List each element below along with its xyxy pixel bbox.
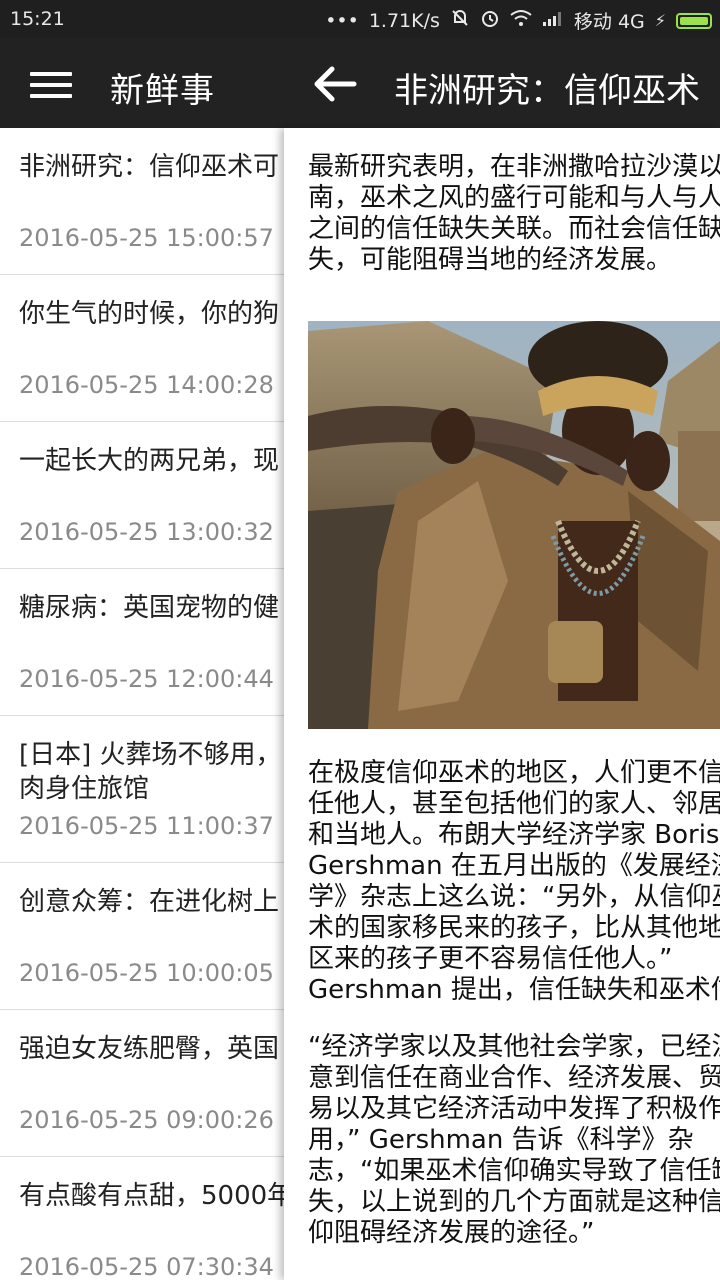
list-item[interactable]: 创意众筹：在进化树上 2016-05-25 10:00:05	[0, 863, 284, 1010]
list-item[interactable]: 糖尿病：英国宠物的健 2016-05-25 12:00:44	[0, 569, 284, 716]
article-image	[308, 321, 720, 729]
list-item-title: 强迫女友练肥臀，英国	[19, 1034, 280, 1064]
list-item-date: 2016-05-25 11:00:37	[19, 812, 274, 840]
charging-icon: ⚡	[654, 11, 666, 30]
list-item[interactable]: 你生气的时候，你的狗 2016-05-25 14:00:28	[0, 275, 284, 422]
list-item-title: [日本] 火葬场不够用，肉身住旅馆	[19, 740, 282, 804]
list-item[interactable]: 有点酸有点甜，5000年 2016-05-25 07:30:34	[0, 1157, 284, 1280]
article-paragraph: 最新研究表明，在非洲撒哈拉沙漠以南，巫术之风的盛行可能和与人与人之间的信任缺失关…	[308, 152, 720, 275]
list-item-date: 2016-05-25 10:00:05	[19, 959, 274, 987]
list-item-date: 2016-05-25 07:30:34	[19, 1253, 274, 1280]
list-item-title: 一起长大的两兄弟，现	[19, 446, 280, 476]
list-item-date: 2016-05-25 14:00:28	[19, 371, 274, 399]
list-item-title: 有点酸有点甜，5000年	[19, 1181, 284, 1211]
list-item-date: 2016-05-25 12:00:44	[19, 665, 274, 693]
carrier-label: 移动 4G	[573, 11, 645, 33]
app-bar: 新鲜事 非洲研究：信仰巫术	[0, 38, 720, 128]
list-item[interactable]: 一起长大的两兄弟，现 2016-05-25 13:00:32	[0, 422, 284, 569]
list-item[interactable]: 强迫女友练肥臀，英国 2016-05-25 09:00:26	[0, 1010, 284, 1157]
article-panel[interactable]: 最新研究表明，在非洲撒哈拉沙漠以南，巫术之风的盛行可能和与人与人之间的信任缺失关…	[284, 128, 720, 1280]
more-dots: •••	[325, 9, 359, 32]
alarm-icon	[480, 8, 500, 33]
menu-icon[interactable]	[30, 72, 72, 100]
status-icons: ••• 1.71K/s 移动 4G ⚡	[325, 7, 712, 34]
status-time: 15:21	[10, 8, 65, 30]
list-item[interactable]: 非洲研究：信仰巫术可 2016-05-25 15:00:57	[0, 128, 284, 275]
list-title: 新鲜事	[110, 71, 215, 111]
list-item-title: 你生气的时候，你的狗	[19, 299, 280, 329]
news-list: 非洲研究：信仰巫术可 2016-05-25 15:00:57 你生气的时候，你的…	[0, 128, 284, 1280]
list-item-date: 2016-05-25 09:00:26	[19, 1106, 274, 1134]
battery-icon	[676, 12, 712, 29]
back-arrow-icon[interactable]	[312, 64, 358, 104]
list-item-title: 创意众筹：在进化树上	[19, 887, 280, 917]
article-paragraph: “经济学家以及其他社会学家，已经注意到信任在商业合作、经济发展、贸易以及其它经济…	[308, 1032, 720, 1248]
list-item-date: 2016-05-25 13:00:32	[19, 518, 274, 546]
list-item-title: 糖尿病：英国宠物的健	[19, 593, 280, 623]
list-item-date: 2016-05-25 15:00:57	[19, 224, 274, 252]
signal-icon	[542, 10, 564, 31]
article-title: 非洲研究：信仰巫术	[394, 71, 700, 111]
network-speed: 1.71K/s	[368, 9, 440, 32]
list-item[interactable]: [日本] 火葬场不够用，肉身住旅馆 2016-05-25 11:00:37	[0, 716, 284, 863]
list-item-title: 非洲研究：信仰巫术可	[19, 152, 280, 182]
article-paragraph: 在极度信仰巫术的地区，人们更不信任他人，甚至包括他们的家人、邻居和当地人。布朗大…	[308, 758, 720, 1005]
mute-icon	[450, 8, 470, 33]
wifi-icon	[510, 9, 532, 32]
status-bar: 15:21 ••• 1.71K/s 移动 4G ⚡	[0, 0, 720, 38]
